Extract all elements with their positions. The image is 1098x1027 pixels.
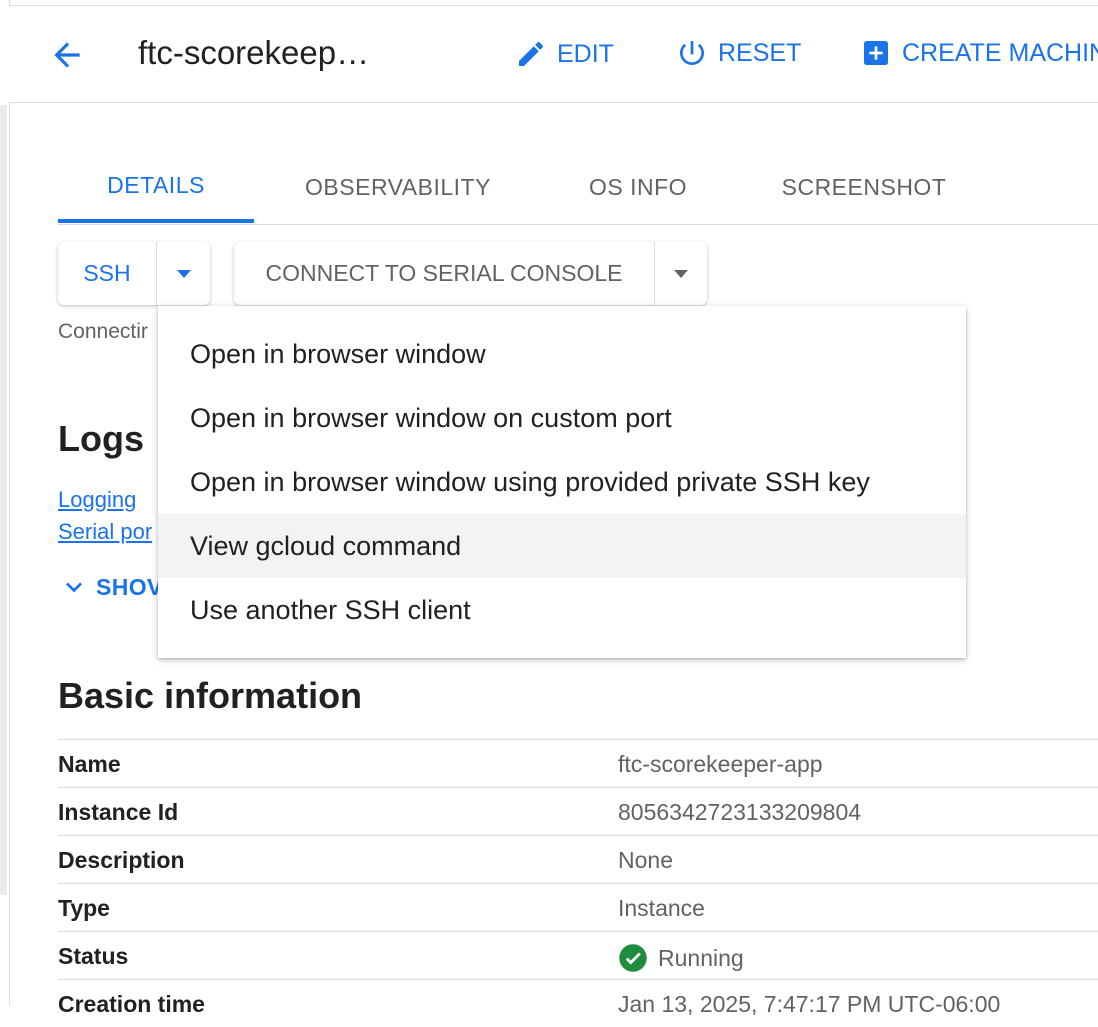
serial-port-link[interactable]: Serial por [58, 519, 152, 545]
table-row: Name ftc-scorekeeper-app [58, 739, 1098, 787]
ssh-button-group: SSH [58, 242, 210, 305]
menu-item-open-custom-port[interactable]: Open in browser window on custom port [158, 386, 966, 450]
reset-button-label: RESET [718, 38, 802, 67]
reset-button[interactable]: RESET [676, 37, 801, 69]
row-value: None [618, 847, 673, 873]
basic-information-heading: Basic information [58, 675, 363, 716]
ssh-options-menu: Open in browser window Open in browser w… [158, 306, 966, 658]
row-key: Description [58, 847, 185, 873]
row-key: Instance Id [58, 799, 179, 825]
table-row: Instance Id 8056342723133209804 [58, 787, 1098, 835]
row-key: Name [58, 751, 121, 777]
serial-console-button-group: CONNECT TO SERIAL CONSOLE [234, 242, 707, 305]
show-more-button[interactable]: SHOV [58, 571, 163, 603]
triangle-down-icon [674, 269, 688, 278]
edit-button-label: EDIT [557, 39, 614, 68]
triangle-down-icon [176, 269, 191, 278]
left-rail-scrollbar[interactable] [0, 105, 7, 895]
menu-item-open-browser-window[interactable]: Open in browser window [158, 322, 966, 386]
connecting-status-text: Connectir [58, 320, 148, 343]
row-value: Instance [618, 895, 705, 921]
row-key: Creation time [58, 991, 205, 1017]
table-row: Type Instance [58, 883, 1098, 931]
row-value: ftc-scorekeeper-app [618, 751, 823, 777]
row-key: Type [58, 895, 110, 921]
create-machine-image-button[interactable]: CREATE MACHIN [860, 37, 1098, 69]
menu-item-another-ssh-client[interactable]: Use another SSH client [158, 578, 966, 642]
status-value: Running [618, 943, 744, 973]
table-row: Creation time Jan 13, 2025, 7:47:17 PM U… [58, 979, 1098, 1027]
ssh-dropdown-button[interactable] [156, 242, 210, 305]
row-key: Status [58, 943, 129, 969]
ssh-button[interactable]: SSH [58, 242, 156, 305]
add-box-icon [864, 41, 888, 65]
show-more-label: SHOV [96, 573, 163, 600]
basic-information-table: Name ftc-scorekeeper-app Instance Id 805… [58, 739, 1098, 1027]
table-row: Description None [58, 835, 1098, 883]
menu-item-view-gcloud-command[interactable]: View gcloud command [158, 514, 966, 578]
row-value: Jan 13, 2025, 7:47:17 PM UTC-06:00 [618, 991, 1001, 1017]
logging-link[interactable]: Logging [58, 487, 136, 513]
tab-screenshot[interactable]: SCREENSHOT [766, 152, 962, 222]
check-circle-icon [619, 944, 647, 972]
row-value: 8056342723133209804 [618, 799, 862, 825]
page-title: ftc-scorekeep… [138, 34, 370, 71]
tab-bar: DETAILS OBSERVABILITY OS INFO SCREENSHOT [58, 152, 1098, 225]
pencil-icon [519, 41, 544, 66]
serial-console-dropdown-button[interactable] [654, 242, 707, 305]
create-machine-image-label: CREATE MACHIN [902, 38, 1098, 67]
edit-button[interactable]: EDIT [515, 38, 614, 70]
arrow-back-icon [54, 42, 80, 68]
tab-observability[interactable]: OBSERVABILITY [286, 152, 510, 222]
table-row: Status Running [58, 931, 1098, 979]
chevron-down-icon [66, 582, 82, 593]
tab-os-info[interactable]: OS INFO [566, 152, 710, 222]
tab-details[interactable]: DETAILS [58, 152, 254, 223]
status-text: Running [658, 944, 744, 971]
connect-serial-console-button[interactable]: CONNECT TO SERIAL CONSOLE [234, 242, 654, 305]
logs-heading: Logs [58, 418, 144, 459]
power-icon [680, 41, 704, 65]
back-button[interactable] [48, 36, 86, 74]
menu-item-open-private-key[interactable]: Open in browser window using provided pr… [158, 450, 966, 514]
